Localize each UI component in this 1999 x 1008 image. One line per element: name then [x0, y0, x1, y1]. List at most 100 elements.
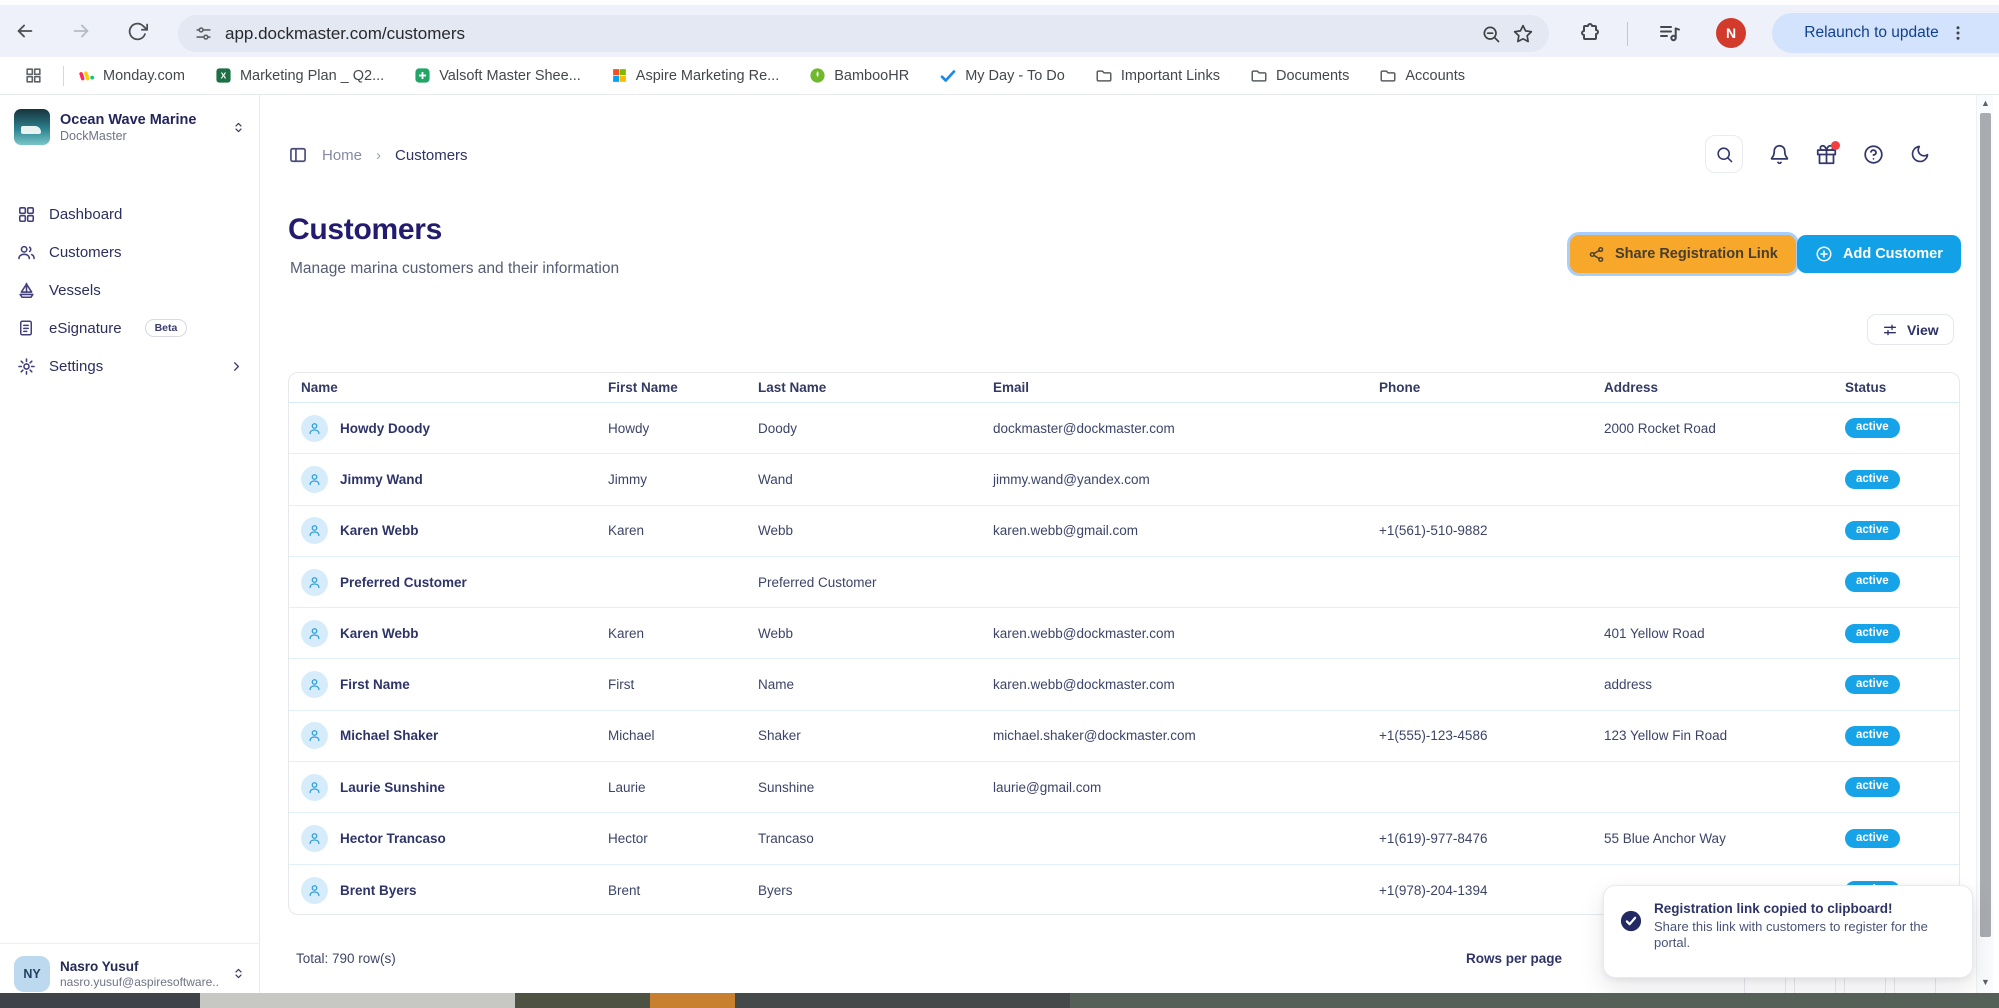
forward-button[interactable] — [64, 14, 98, 48]
table-row[interactable]: Howdy Doody Howdy Doody dockmaster@dockm… — [289, 403, 1959, 454]
cell-address: 55 Blue Anchor Way — [1595, 831, 1836, 846]
bookmark-folder-important-links[interactable]: Important Links — [1095, 67, 1220, 85]
org-switcher[interactable]: Ocean Wave Marine DockMaster — [14, 109, 246, 145]
help-button[interactable] — [1863, 144, 1884, 165]
col-phone[interactable]: Phone — [1370, 380, 1595, 395]
col-status[interactable]: Status — [1836, 380, 1959, 395]
dark-mode-button[interactable] — [1910, 144, 1930, 164]
customer-name: Preferred Customer — [340, 575, 467, 590]
page-subtitle: Manage marina customers and their inform… — [290, 260, 619, 278]
cell-address: 2000 Rocket Road — [1595, 421, 1836, 436]
person-icon — [301, 825, 328, 852]
address-bar[interactable]: app.dockmaster.com/customers — [178, 15, 1549, 52]
col-address[interactable]: Address — [1595, 380, 1836, 395]
add-customer-button[interactable]: Add Customer — [1797, 235, 1961, 273]
cell-address: address — [1595, 677, 1836, 692]
toast-notification[interactable]: Registration link copied to clipboard! S… — [1603, 885, 1973, 978]
toast-title: Registration link copied to clipboard! — [1654, 901, 1954, 916]
sidebar-item-vessels[interactable]: Vessels — [0, 271, 260, 309]
sidebar-item-esignature[interactable]: eSignature Beta — [0, 309, 260, 347]
cell-first: Howdy — [599, 421, 749, 436]
breadcrumb-home[interactable]: Home — [322, 147, 362, 164]
bookmark-bamboohr[interactable]: BambooHR — [809, 67, 909, 84]
notifications-button[interactable] — [1769, 144, 1790, 165]
notification-dot — [1831, 141, 1840, 150]
sidebar-item-settings[interactable]: Settings — [0, 347, 260, 385]
chevron-updown-icon — [231, 120, 246, 135]
bookmark-star-icon[interactable] — [1513, 24, 1533, 44]
url-text[interactable]: app.dockmaster.com/customers — [225, 24, 1469, 44]
relaunch-label: Relaunch to update — [1804, 24, 1938, 42]
table-row[interactable]: Jimmy Wand Jimmy Wand jimmy.wand@yandex.… — [289, 454, 1959, 505]
vertical-scrollbar[interactable]: ▲ ▼ — [1976, 95, 1993, 1008]
cell-phone: +1(561)-510-9882 — [1370, 523, 1595, 538]
whats-new-button[interactable] — [1816, 144, 1837, 165]
plus-circle-icon — [1815, 245, 1833, 263]
sidebar-item-dashboard[interactable]: Dashboard — [0, 195, 260, 233]
person-icon — [301, 569, 328, 596]
table-row[interactable]: Hector Trancaso Hector Trancaso +1(619)-… — [289, 813, 1959, 864]
site-settings-icon[interactable] — [194, 24, 213, 43]
col-name[interactable]: Name — [289, 380, 599, 395]
microsoft-icon — [611, 67, 628, 84]
back-button[interactable] — [8, 14, 42, 48]
folder-icon — [1250, 67, 1268, 85]
bookmark-monday[interactable]: Monday.com — [78, 67, 185, 84]
bookmark-folder-documents[interactable]: Documents — [1250, 67, 1349, 85]
chevron-right-icon — [229, 359, 244, 374]
col-email[interactable]: Email — [984, 380, 1370, 395]
bookmark-aspire[interactable]: Aspire Marketing Re... — [611, 67, 779, 84]
bookmark-marketing-plan[interactable]: X Marketing Plan _ Q2... — [215, 67, 384, 84]
customer-name: Karen Webb — [340, 626, 419, 641]
table-row[interactable]: Michael Shaker Michael Shaker michael.sh… — [289, 711, 1959, 762]
table-row[interactable]: Karen Webb Karen Webb karen.webb@gmail.c… — [289, 506, 1959, 557]
share-registration-link-button[interactable]: Share Registration Link — [1570, 235, 1796, 273]
status-badge: active — [1845, 572, 1900, 592]
cell-email: karen.webb@dockmaster.com — [984, 626, 1370, 641]
cell-email: karen.webb@dockmaster.com — [984, 677, 1370, 692]
sidebar-item-customers[interactable]: Customers — [0, 233, 260, 271]
gear-icon — [16, 357, 36, 376]
extensions-icon[interactable] — [1578, 21, 1602, 45]
org-name: Ocean Wave Marine — [60, 112, 221, 129]
customers-icon — [16, 243, 36, 262]
bookmark-folder-accounts[interactable]: Accounts — [1379, 67, 1465, 85]
esignature-icon — [16, 319, 36, 337]
chevron-updown-icon — [231, 966, 246, 981]
kebab-menu-icon[interactable] — [1949, 24, 1967, 42]
search-icon — [1715, 145, 1734, 164]
check-circle-icon — [1620, 910, 1642, 932]
scroll-down-arrow[interactable]: ▼ — [1977, 977, 1994, 987]
customer-name: Brent Byers — [340, 883, 417, 898]
media-controls-icon[interactable] — [1658, 21, 1682, 45]
table-row[interactable]: Preferred Customer Preferred Customer ac… — [289, 557, 1959, 608]
app-sidebar: Ocean Wave Marine DockMaster Dashboard C… — [0, 95, 260, 1008]
filter-sliders-icon — [1882, 322, 1898, 338]
zoom-out-icon[interactable] — [1481, 24, 1501, 44]
person-icon — [301, 877, 328, 904]
table-row[interactable]: Karen Webb Karen Webb karen.webb@dockmas… — [289, 608, 1959, 659]
scrollbar-thumb[interactable] — [1980, 113, 1991, 937]
customer-name: Howdy Doody — [340, 421, 430, 436]
scroll-up-arrow[interactable]: ▲ — [1977, 98, 1994, 108]
page-title: Customers — [288, 213, 442, 247]
bookmark-valsoft[interactable]: Valsoft Master Shee... — [414, 67, 581, 84]
table-row[interactable]: First Name First Name karen.webb@dockmas… — [289, 659, 1959, 710]
col-first-name[interactable]: First Name — [599, 380, 749, 395]
reload-button[interactable] — [120, 14, 154, 48]
person-icon — [301, 671, 328, 698]
search-button[interactable] — [1705, 135, 1743, 173]
relaunch-button[interactable]: Relaunch to update — [1772, 13, 1999, 53]
bookmark-my-day[interactable]: My Day - To Do — [939, 67, 1065, 85]
view-button[interactable]: View — [1867, 314, 1954, 345]
cell-last: Doody — [749, 421, 984, 436]
customers-table: Name First Name Last Name Email Phone Ad… — [288, 372, 1960, 915]
user-avatar: NY — [14, 956, 50, 992]
apps-grid-icon[interactable] — [24, 66, 43, 85]
cell-first: First — [599, 677, 749, 692]
sidebar-toggle-icon[interactable] — [288, 145, 308, 165]
profile-avatar[interactable]: N — [1716, 18, 1746, 48]
table-row[interactable]: Laurie Sunshine Laurie Sunshine laurie@g… — [289, 762, 1959, 813]
toolbar-divider — [1627, 22, 1628, 46]
col-last-name[interactable]: Last Name — [749, 380, 984, 395]
